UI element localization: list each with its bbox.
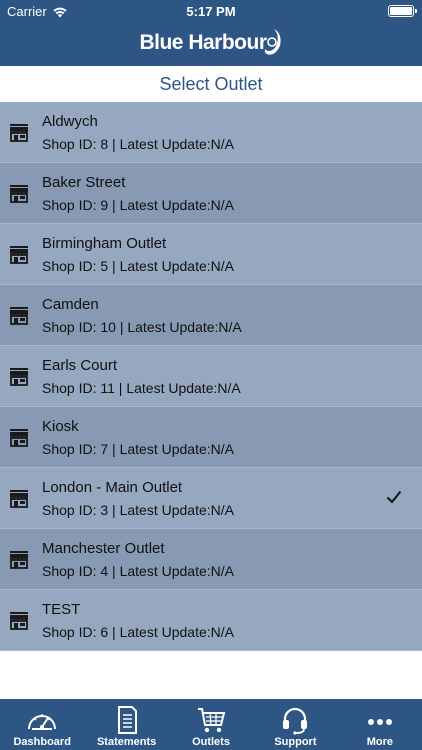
shop-icon bbox=[10, 612, 28, 630]
logo-swirl-icon bbox=[264, 29, 281, 55]
outlet-meta: Shop ID: 8 | Latest Update:N/A bbox=[42, 136, 234, 152]
shop-icon bbox=[10, 246, 28, 264]
outlet-name: London - Main Outlet bbox=[42, 479, 183, 496]
outlet-meta: Shop ID: 9 | Latest Update:N/A bbox=[42, 197, 234, 213]
battery-icon bbox=[388, 5, 417, 17]
outlet-name: Manchester Outlet bbox=[42, 540, 165, 557]
outlet-row-6[interactable]: London - Main Outlet Shop ID: 3 | Latest… bbox=[0, 468, 422, 529]
shop-icon bbox=[10, 307, 28, 325]
title-bar: Select Outlet bbox=[0, 66, 422, 102]
outlet-row-0[interactable]: Aldwych Shop ID: 8 | Latest Update:N/A bbox=[0, 102, 422, 163]
checkmark-icon bbox=[386, 490, 402, 504]
outlet-row-2[interactable]: Birmingham Outlet Shop ID: 5 | Latest Up… bbox=[0, 224, 422, 285]
brand-logo: Blue Harbour bbox=[0, 26, 422, 60]
shop-icon bbox=[10, 490, 28, 508]
outlet-row-8[interactable]: TEST Shop ID: 6 | Latest Update:N/A bbox=[0, 590, 422, 651]
outlet-meta: Shop ID: 4 | Latest Update:N/A bbox=[42, 563, 234, 579]
tab-label: Dashboard bbox=[13, 736, 71, 748]
outlet-row-1[interactable]: Baker Street Shop ID: 9 | Latest Update:… bbox=[0, 163, 422, 224]
tab-label: Support bbox=[274, 736, 317, 748]
shop-icon bbox=[10, 429, 28, 447]
headset-icon bbox=[283, 707, 308, 735]
logo-text: Blue Harbour bbox=[139, 31, 267, 54]
shop-icon bbox=[10, 368, 28, 386]
more-dots-icon bbox=[367, 719, 392, 725]
outlet-list: Aldwych Shop ID: 8 | Latest Update:N/A B… bbox=[0, 102, 422, 651]
outlet-name: Kiosk bbox=[42, 418, 79, 435]
outlet-name: Earls Court bbox=[42, 357, 118, 374]
outlet-meta: Shop ID: 6 | Latest Update:N/A bbox=[42, 624, 234, 640]
outlet-meta: Shop ID: 7 | Latest Update:N/A bbox=[42, 441, 234, 457]
outlet-name: Aldwych bbox=[42, 113, 98, 130]
outlet-meta: Shop ID: 11 | Latest Update:N/A bbox=[42, 380, 241, 396]
outlet-name: Baker Street bbox=[42, 174, 126, 191]
outlet-row-3[interactable]: Camden Shop ID: 10 | Latest Update:N/A bbox=[0, 285, 422, 346]
status-time: 5:17 PM bbox=[186, 4, 236, 19]
tab-label: Outlets bbox=[192, 736, 230, 748]
outlet-row-5[interactable]: Kiosk Shop ID: 7 | Latest Update:N/A bbox=[0, 407, 422, 468]
outlet-meta: Shop ID: 10 | Latest Update:N/A bbox=[42, 319, 242, 335]
document-icon bbox=[117, 706, 137, 734]
tab-label: Statements bbox=[96, 736, 157, 748]
tab-bar: Dashboard Statements Outlets Support Mor… bbox=[0, 699, 422, 750]
outlet-name: TEST bbox=[42, 601, 81, 618]
outlet-name: Camden bbox=[42, 296, 99, 313]
app-header: Carrier 5:17 PM Blue Harbour bbox=[0, 0, 422, 66]
page-title: Select Outlet bbox=[159, 73, 263, 94]
outlet-meta: Shop ID: 3 | Latest Update:N/A bbox=[42, 502, 234, 518]
tab-statements[interactable]: Statements bbox=[84, 699, 168, 750]
tab-more[interactable]: More bbox=[338, 699, 422, 750]
shop-icon bbox=[10, 551, 28, 569]
outlet-meta: Shop ID: 5 | Latest Update:N/A bbox=[42, 258, 234, 274]
tab-support[interactable]: Support bbox=[253, 699, 337, 750]
shop-icon bbox=[10, 185, 28, 203]
tab-label: More bbox=[366, 736, 393, 748]
shop-icon bbox=[10, 124, 28, 142]
tab-dashboard[interactable]: Dashboard bbox=[0, 699, 84, 750]
tab-outlets[interactable]: Outlets bbox=[169, 699, 253, 750]
outlet-name: Birmingham Outlet bbox=[42, 235, 167, 252]
shopping-cart-icon bbox=[198, 708, 226, 733]
outlet-row-7[interactable]: Manchester Outlet Shop ID: 4 | Latest Up… bbox=[0, 529, 422, 590]
status-bar: Carrier 5:17 PM bbox=[0, 0, 422, 22]
outlet-row-4[interactable]: Earls Court Shop ID: 11 | Latest Update:… bbox=[0, 346, 422, 407]
speedometer-icon bbox=[28, 714, 57, 730]
